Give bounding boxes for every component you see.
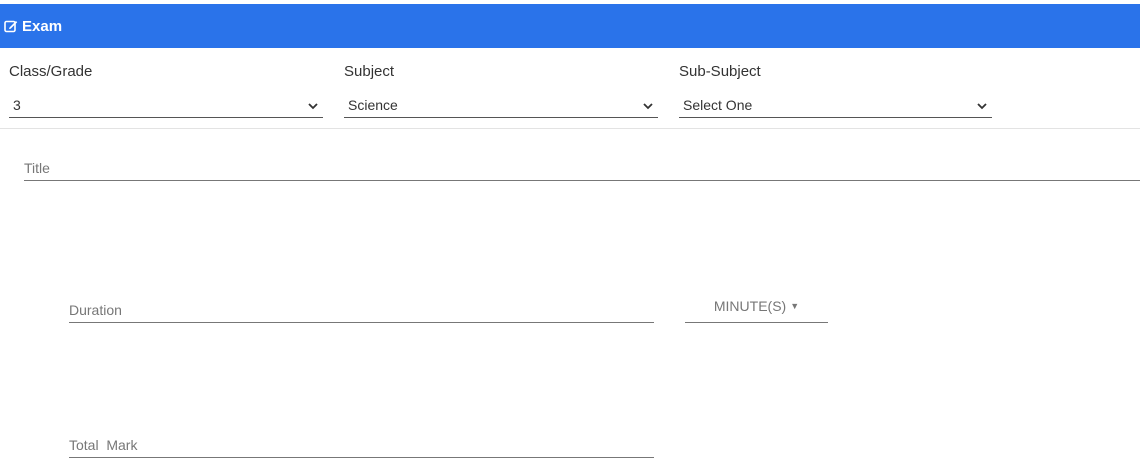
chevron-down-icon [642, 99, 654, 111]
total-mark-input[interactable]: Total Mark [69, 432, 654, 458]
sub-subject-value: Select One [683, 97, 753, 113]
duration-placeholder: Duration [69, 301, 122, 318]
exam-header: Exam [0, 4, 1140, 48]
class-grade-value: 3 [13, 97, 21, 113]
chevron-down-icon [307, 99, 319, 111]
title-input[interactable]: Title [24, 155, 1140, 181]
caret-down-icon: ▼ [790, 301, 800, 311]
duration-input[interactable]: Duration [69, 297, 654, 323]
subject-select[interactable]: Science [344, 93, 658, 118]
subject-label: Subject [344, 63, 395, 80]
class-grade-select[interactable]: 3 [9, 93, 323, 118]
sub-subject-select[interactable]: Select One [679, 93, 992, 118]
duration-unit-label: MINUTE(S) [713, 298, 787, 314]
divider [0, 128, 1140, 129]
sub-subject-label: Sub-Subject [679, 63, 761, 80]
title-placeholder: Title [24, 159, 50, 176]
page-title: Exam [22, 17, 63, 35]
edit-icon [4, 19, 18, 33]
subject-value: Science [348, 97, 398, 113]
duration-unit-dropdown[interactable]: MINUTE(S) ▼ [685, 290, 828, 323]
total-mark-placeholder: Total Mark [69, 436, 138, 453]
class-grade-label: Class/Grade [9, 63, 93, 80]
chevron-down-icon [976, 99, 988, 111]
